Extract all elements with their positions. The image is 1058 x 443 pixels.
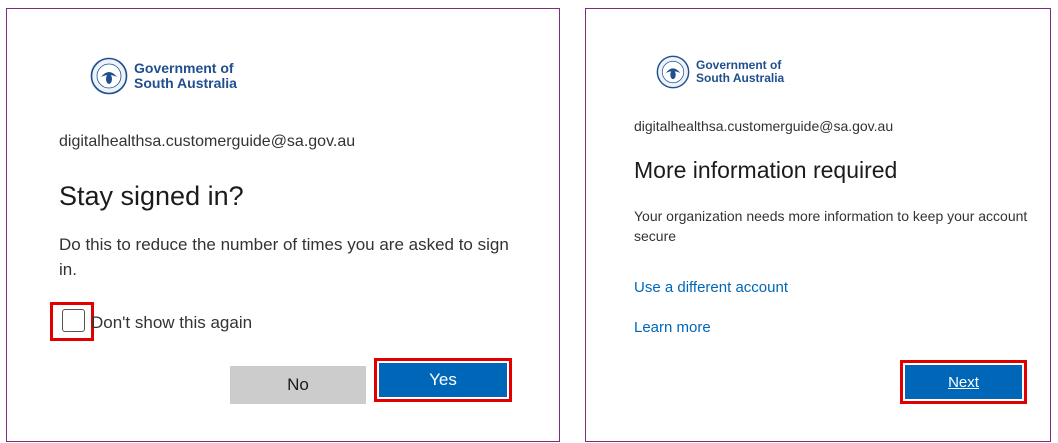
logo-line2: South Australia — [696, 71, 785, 85]
stay-signed-in-panel: Government of South Australia digitalhea… — [6, 8, 560, 442]
account-email: digitalhealthsa.customerguide@sa.gov.au — [59, 133, 356, 150]
gov-sa-logo: Government of South Australia — [90, 57, 237, 95]
yes-button[interactable]: Yes — [379, 363, 507, 397]
description-text: Your organization needs more information… — [634, 208, 1028, 245]
sa-seal-icon — [90, 57, 128, 95]
no-button[interactable]: No — [230, 366, 366, 404]
description-text: Do this to reduce the number of times yo… — [59, 235, 509, 279]
page-title: Stay signed in? — [59, 181, 244, 211]
sa-seal-icon — [656, 55, 690, 89]
logo-line1: Government of — [134, 60, 234, 77]
checkbox-label: Don't show this again — [91, 313, 253, 332]
page-title: More information required — [634, 157, 898, 183]
more-info-panel: Government of South Australia digitalhea… — [585, 8, 1051, 442]
use-different-account-link[interactable]: Use a different account — [634, 279, 788, 296]
dont-show-again-checkbox[interactable] — [62, 309, 85, 332]
account-email: digitalhealthsa.customerguide@sa.gov.au — [634, 118, 894, 134]
learn-more-link[interactable]: Learn more — [634, 319, 711, 336]
gov-sa-logo: Government of South Australia — [656, 55, 784, 89]
next-button[interactable]: Next — [905, 365, 1022, 399]
logo-line2: South Australia — [134, 75, 237, 91]
